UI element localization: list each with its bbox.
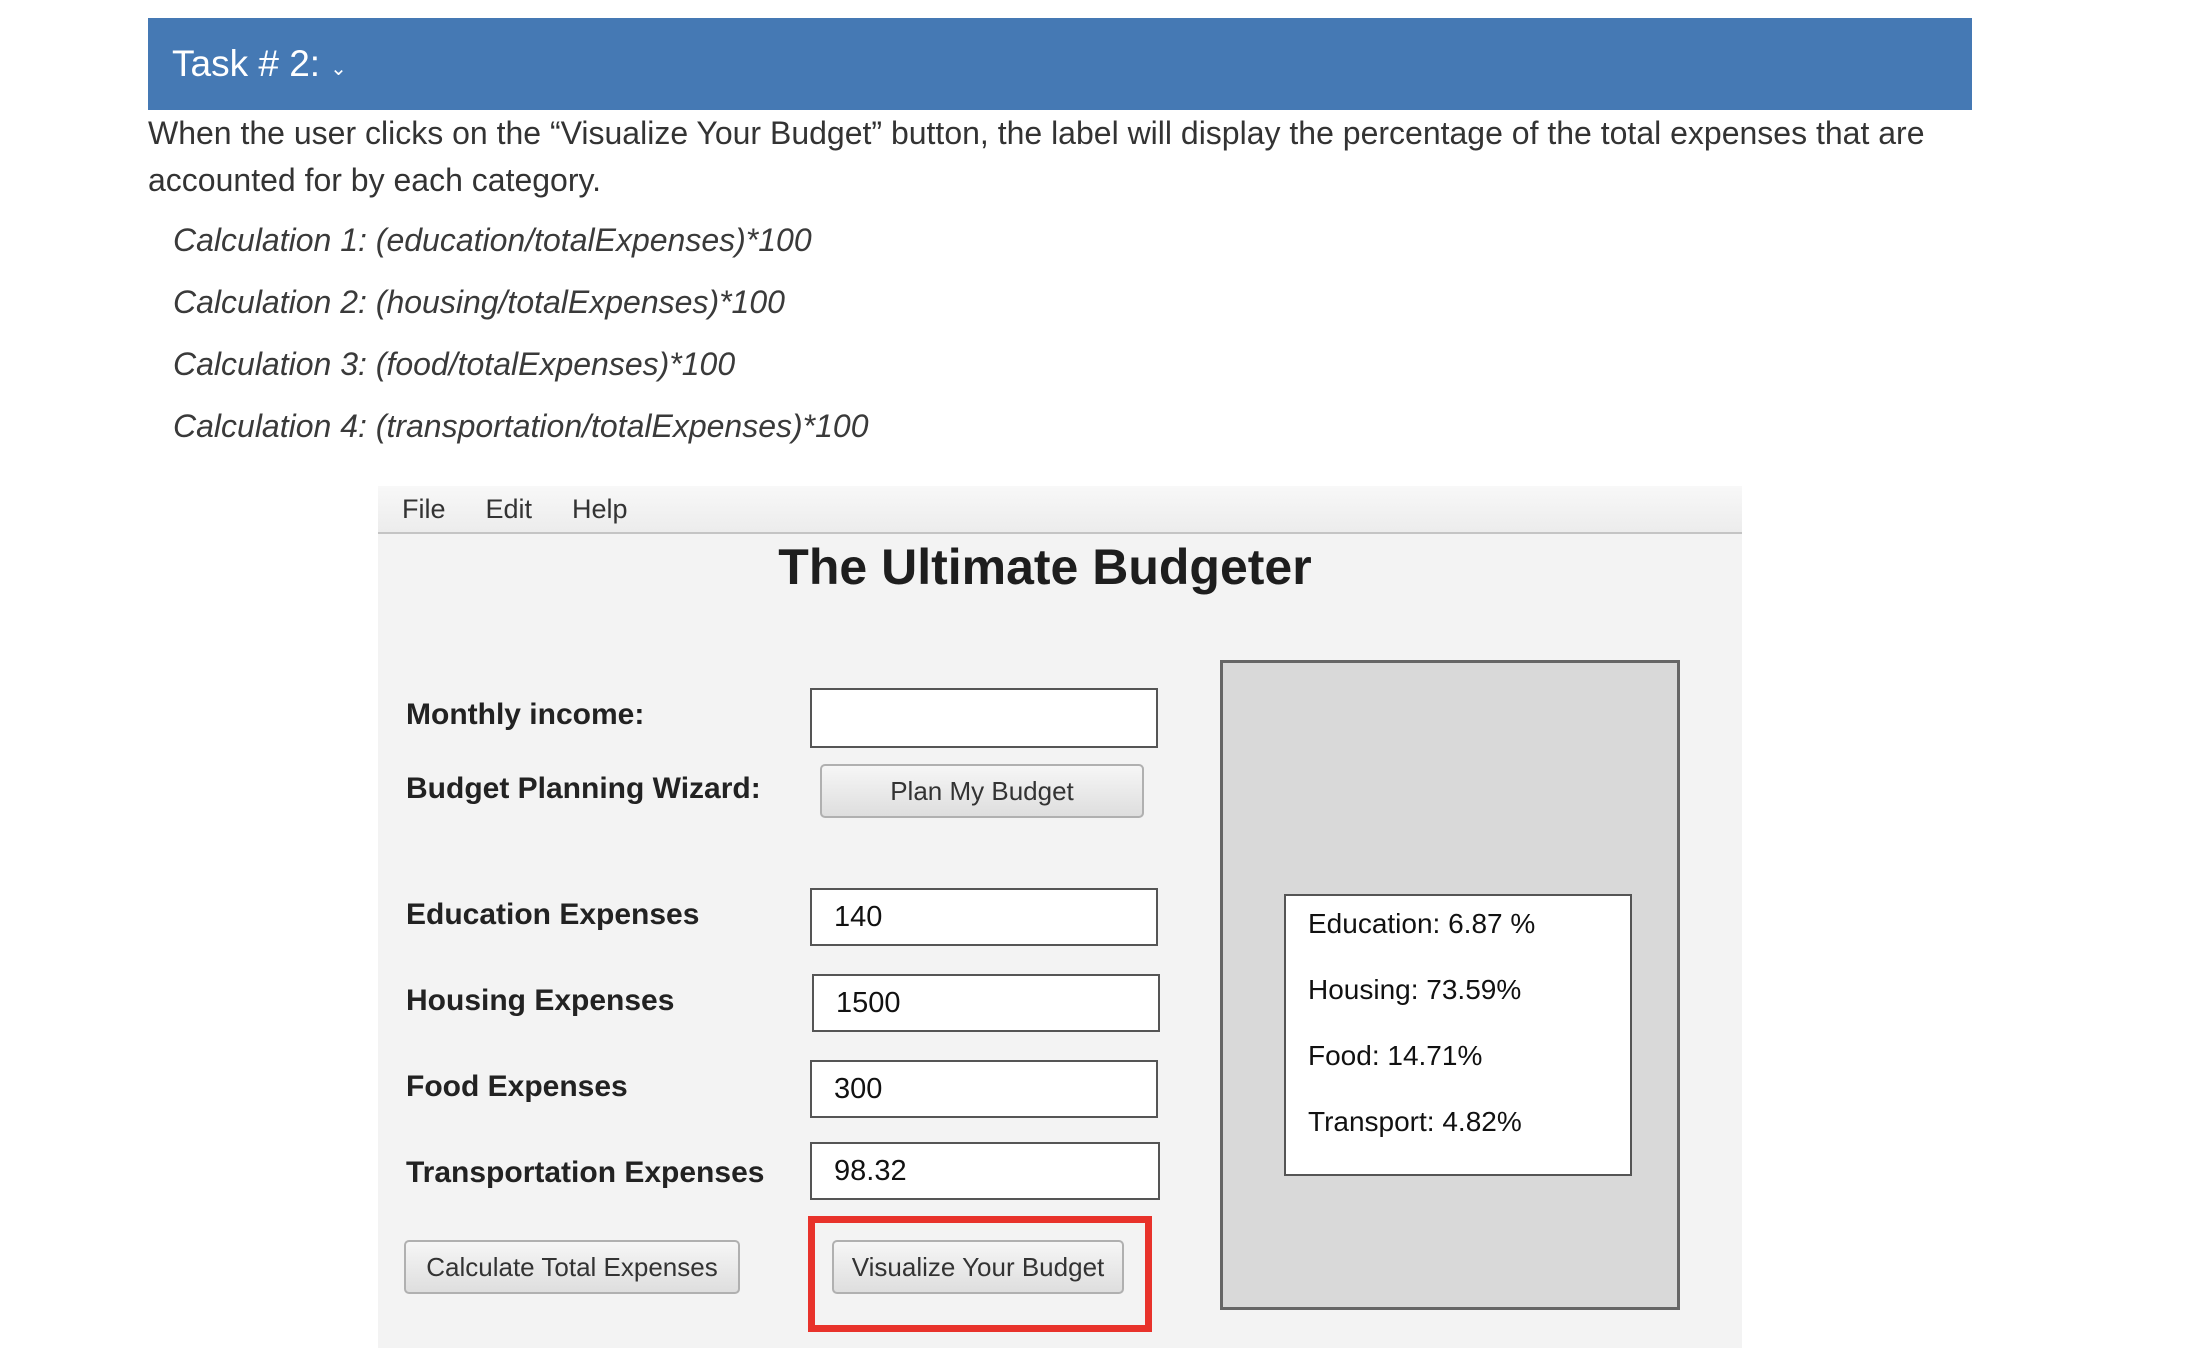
food-label: Food Expenses [406,1070,628,1103]
housing-field[interactable]: 1500 [812,974,1160,1032]
food-field[interactable]: 300 [810,1060,1158,1118]
transportation-label: Transportation Expenses [406,1156,765,1189]
highlight-box [808,1216,1152,1332]
calculation-2: Calculation 2: (housing/totalExpenses)*1… [173,284,785,320]
result-education: Education: 6.87 % [1308,908,1536,939]
housing-label: Housing Expenses [406,984,675,1017]
result-food: Food: 14.71% [1308,1040,1483,1071]
task-description: When the user clicks on the “Visualize Y… [148,115,1925,198]
calculate-total-button[interactable]: Calculate Total Expenses [404,1240,740,1294]
transportation-field[interactable]: 98.32 [810,1142,1160,1200]
task-title: Task # 2: [172,43,321,84]
app-title: The Ultimate Budgeter [778,539,1312,595]
result-transport: Transport: 4.82% [1308,1106,1522,1137]
results-label: Education: 6.87 % Housing: 73.59% Food: … [1284,894,1632,1176]
education-field[interactable]: 140 [810,888,1158,946]
calculation-3: Calculation 3: (food/totalExpenses)*100 [173,346,736,382]
result-housing: Housing: 73.59% [1308,974,1522,1005]
wizard-label: Budget Planning Wizard: [406,772,761,805]
calculation-4: Calculation 4: (transportation/totalExpe… [173,408,869,444]
monthly-income-field[interactable] [810,688,1158,748]
plan-my-budget-button[interactable]: Plan My Budget [820,764,1144,818]
education-label: Education Expenses [406,898,700,931]
menu-edit[interactable]: Edit [486,494,533,525]
chevron-down-icon[interactable]: ⌄ [330,56,347,81]
calculation-1: Calculation 1: (education/totalExpenses)… [173,222,812,258]
monthly-income-label: Monthly income: [406,698,645,731]
menu-bar: File Edit Help [378,486,1742,534]
menu-help[interactable]: Help [572,494,628,525]
task-header: Task # 2: ⌄ [148,18,1972,110]
menu-file[interactable]: File [402,494,446,525]
